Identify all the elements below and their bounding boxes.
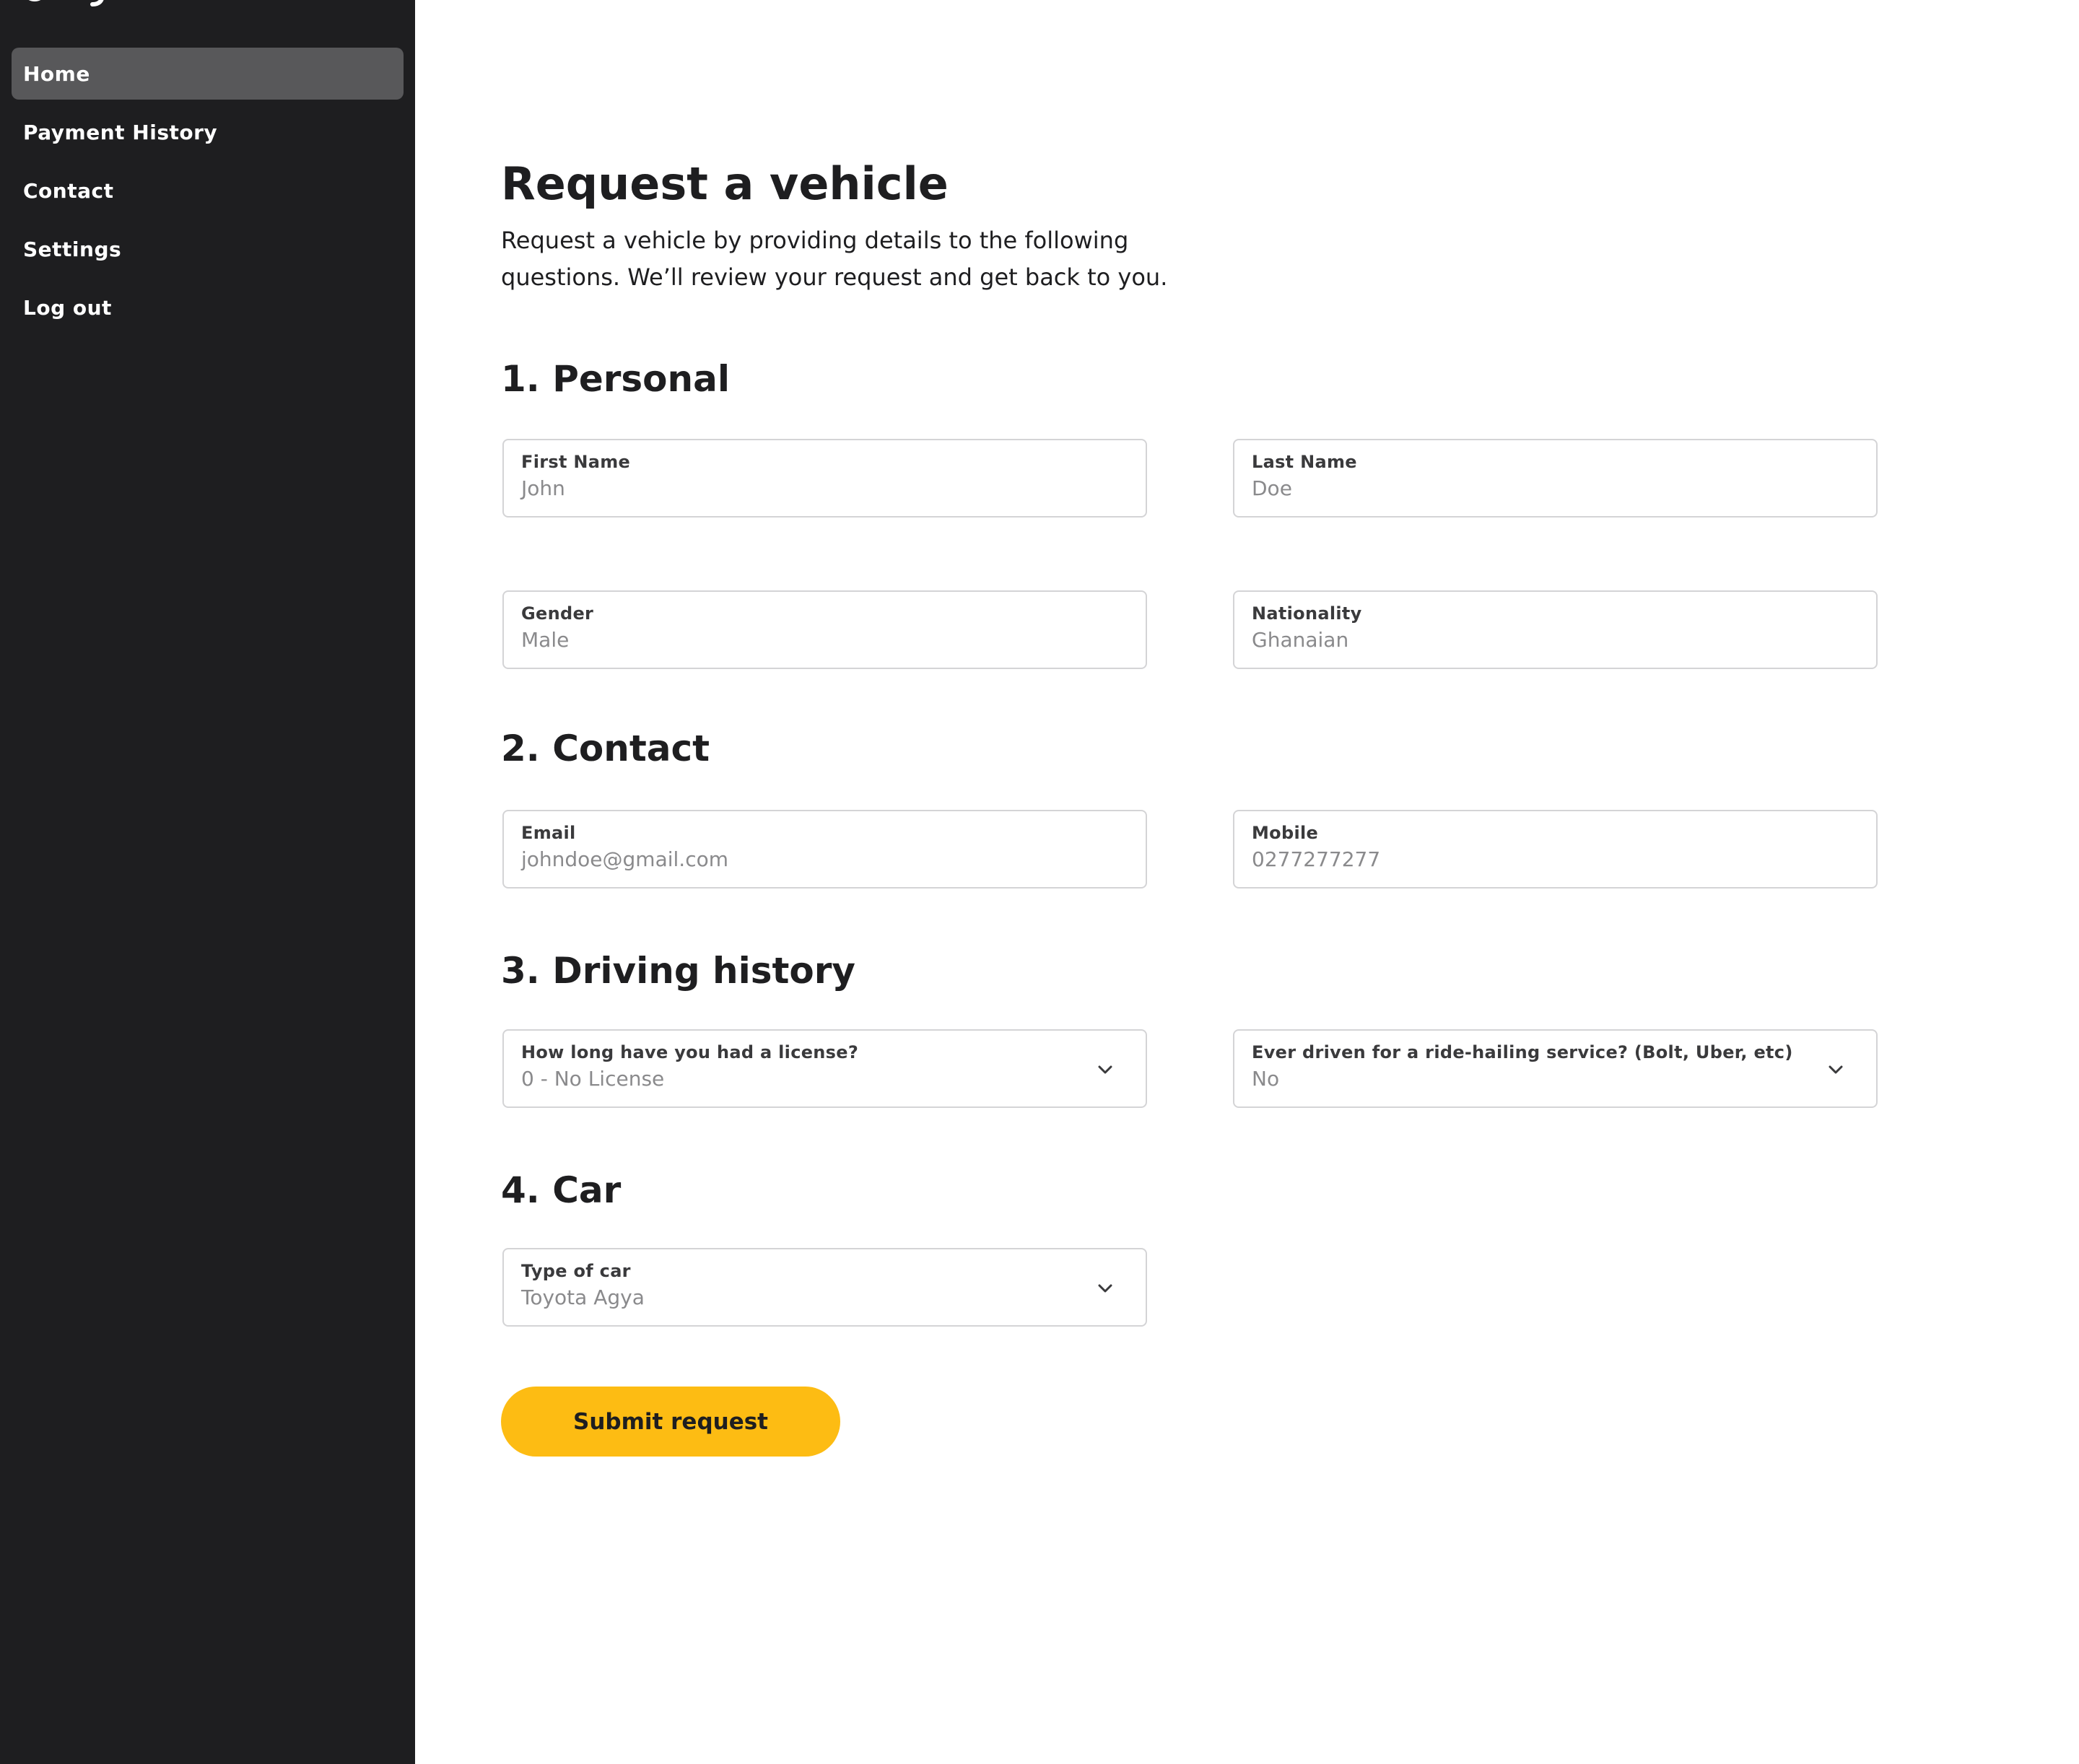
sidebar-item-label: Log out [23,295,112,320]
section-title-driving-history: 3. Driving history [501,950,856,992]
mobile-field[interactable]: Mobile 0277277277 [1233,810,1878,888]
sidebar-item-label: Settings [23,237,122,261]
chevron-down-icon [1827,1061,1844,1078]
license-duration-select[interactable]: How long have you had a license? 0 - No … [502,1029,1147,1108]
field-value: Male [521,628,570,652]
first-name-field[interactable]: First Name John [502,439,1147,518]
car-type-select[interactable]: Type of car Toyota Agya [502,1248,1147,1327]
sidebar-item-home[interactable]: Home [12,48,404,100]
field-value: 0277277277 [1252,847,1381,871]
page-description: Request a vehicle by providing details t… [501,227,1168,291]
sidebar-item-label: Home [23,61,90,86]
field-label: How long have you had a license? [521,1042,859,1062]
page-title: Request a vehicle [501,157,949,210]
sidebar-nav: Home Payment History Contact Settings Lo… [12,48,404,340]
field-value: johndoe@gmail.com [521,847,728,871]
field-label: Last Name [1252,452,1357,472]
field-value: John [521,476,565,500]
last-name-field[interactable]: Last Name Doe [1233,439,1878,518]
sidebar-item-label: Contact [23,178,114,203]
field-label: Type of car [521,1261,631,1281]
field-value: Doe [1252,476,1292,500]
sidebar-item-label: Payment History [23,120,218,144]
sidebar: Home Payment History Contact Settings Lo… [0,0,415,1764]
field-label: Email [521,823,576,843]
field-label: Nationality [1252,603,1362,624]
section-title-car: 4. Car [501,1169,622,1211]
ride-hailing-select[interactable]: Ever driven for a ride-hailing service? … [1233,1029,1878,1108]
field-value: 0 - No License [521,1067,665,1091]
brand-logo [22,0,166,9]
section-title-contact: 2. Contact [501,728,710,769]
email-field[interactable]: Email johndoe@gmail.com [502,810,1147,888]
sidebar-item-contact[interactable]: Contact [12,165,404,217]
sidebar-item-settings[interactable]: Settings [12,223,404,275]
field-value: Toyota Agya [521,1285,645,1309]
gender-field[interactable]: Gender Male [502,590,1147,669]
field-label: Ever driven for a ride-hailing service? … [1252,1042,1793,1062]
nationality-field[interactable]: Nationality Ghanaian [1233,590,1878,669]
submit-request-button[interactable]: Submit request [501,1387,840,1457]
sidebar-item-log-out[interactable]: Log out [12,281,404,333]
field-value: Ghanaian [1252,628,1349,652]
chevron-down-icon [1097,1280,1114,1297]
field-label: First Name [521,452,631,472]
chevron-down-icon [1097,1061,1114,1078]
section-title-personal: 1. Personal [501,358,730,400]
sidebar-item-payment-history[interactable]: Payment History [12,106,404,158]
field-value: No [1252,1067,1280,1091]
field-label: Gender [521,603,594,624]
field-label: Mobile [1252,823,1319,843]
